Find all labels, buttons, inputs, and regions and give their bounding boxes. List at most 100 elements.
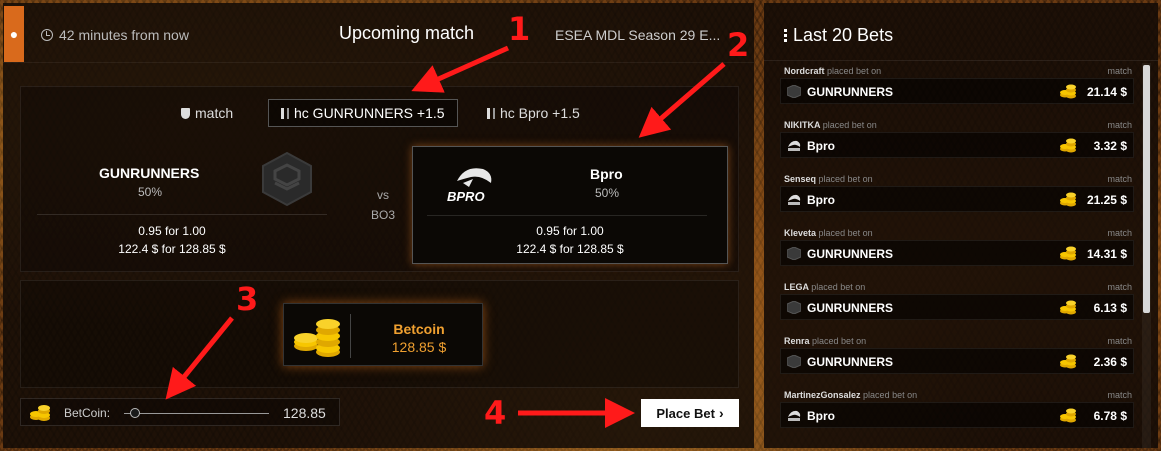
betcoin-slider-thumb[interactable] xyxy=(130,408,140,418)
bet-amount-box: Betcoin 128.85 $ xyxy=(20,280,739,388)
bet-username[interactable]: MartinezGonsalez xyxy=(784,390,861,400)
bet-username[interactable]: Senseq xyxy=(784,174,816,184)
gunrunners-logo-icon xyxy=(262,151,312,207)
coins-stack-icon xyxy=(294,319,340,357)
coins-icon xyxy=(30,405,50,421)
annotation-number: 3 xyxy=(236,280,259,318)
vs-text: vs xyxy=(377,188,389,202)
match-panel: ● 42 minutes from now Upcoming match ESE… xyxy=(3,3,754,448)
bet-user: LEGA placed bet on xyxy=(784,282,865,292)
coins-icon xyxy=(1059,191,1077,208)
coins-icon xyxy=(1059,353,1077,370)
betcoin-label: Betcoin xyxy=(393,321,445,337)
place-bet-label: Place Bet xyxy=(656,405,715,421)
bet-amount: 14.31 $ xyxy=(1086,247,1127,261)
bet-team: GUNRUNNERS xyxy=(807,355,894,369)
bet-row: GUNRUNNERS 14.31 $ xyxy=(780,240,1134,266)
placed-bet-text: placed bet on xyxy=(822,120,877,130)
bet-kind: match xyxy=(1107,390,1132,400)
coins-icon xyxy=(1059,137,1077,154)
bet-team: GUNRUNNERS xyxy=(807,301,894,315)
bet-username[interactable]: Renra xyxy=(784,336,810,346)
betcoin-slider-track[interactable] xyxy=(124,413,269,414)
bet-amount: 2.36 $ xyxy=(1093,355,1127,369)
placed-bet-text: placed bet on xyxy=(812,336,867,346)
bet-username[interactable]: Kleveta xyxy=(784,228,816,238)
last-bets-title: Last 20 Bets xyxy=(793,25,894,45)
bpro-logo-icon xyxy=(787,409,801,422)
tab-label: match xyxy=(195,105,234,121)
place-bet-button[interactable]: Place Bet › xyxy=(641,399,739,427)
bet-amount: 21.25 $ xyxy=(1086,193,1127,207)
tab-hc-gunrunners[interactable]: hc GUNRUNNERS +1.5 xyxy=(268,99,458,127)
coins-icon xyxy=(1059,83,1077,100)
bet-kind: match xyxy=(1107,282,1132,292)
bet-list-item[interactable]: Nordcraft placed bet on match GUNRUNNERS 21… xyxy=(778,65,1136,119)
match-header: ● 42 minutes from now Upcoming match ESE… xyxy=(3,3,754,63)
bet-list-item[interactable]: MartinezGonsalez placed bet on match Bpro 6… xyxy=(778,389,1136,443)
bet-kind: match xyxy=(1107,120,1132,130)
bet-kind: match xyxy=(1107,174,1132,184)
bet-list-item[interactable]: NIKITKA placed bet on match Bpro 3.32 $ xyxy=(778,119,1136,173)
betcoin-value: 128.85 $ xyxy=(391,339,447,355)
betcoin-card: Betcoin 128.85 $ xyxy=(283,303,483,366)
kebab-menu-icon[interactable] xyxy=(784,29,787,42)
handicap-icon xyxy=(281,107,289,119)
placed-bet-text: placed bet on xyxy=(818,228,873,238)
shield-icon xyxy=(181,107,190,119)
placed-bet-text: placed bet on xyxy=(863,390,918,400)
team-card-bpro[interactable]: BPRO Bpro 50% 0.95 for 1.00 122.4 $ for … xyxy=(412,146,728,264)
match-format: BO3 xyxy=(370,208,395,222)
team-return: 122.4 $ for 128.85 $ xyxy=(516,242,624,256)
betcoin-slider-box: BetCoin: 128.85 xyxy=(20,398,340,426)
bet-kind: match xyxy=(1107,228,1132,238)
bet-user: Nordcraft placed bet on xyxy=(784,66,881,76)
tab-match[interactable]: match xyxy=(169,99,245,127)
annotation-number: 1 xyxy=(508,10,531,48)
bpro-logo-icon xyxy=(787,193,801,206)
bet-row: Bpro 3.32 $ xyxy=(780,132,1134,158)
team-percent: 50% xyxy=(595,186,620,200)
bet-team: Bpro xyxy=(807,409,835,423)
bpro-logo-icon xyxy=(787,139,801,152)
gunrunners-logo-icon xyxy=(786,246,802,261)
tournament-name[interactable]: ESEA MDL Season 29 E... xyxy=(555,27,735,43)
slider-label: BetCoin: xyxy=(64,406,111,420)
last-bets-panel: Last 20 Bets Nordcraft placed bet on matc… xyxy=(764,3,1158,448)
bet-row: GUNRUNNERS 2.36 $ xyxy=(780,348,1134,374)
bet-list-item[interactable]: Kleveta placed bet on match GUNRUNNERS 14.3… xyxy=(778,227,1136,281)
bet-list-item[interactable]: Renra placed bet on match GUNRUNNERS 2.36 $ xyxy=(778,335,1136,389)
team-card-gunrunners[interactable]: GUNRUNNERS 50% 0.95 for 1.00 122.4 $ for… xyxy=(37,139,347,264)
divider xyxy=(427,215,707,216)
bet-amount: 21.14 $ xyxy=(1086,85,1127,99)
bet-username[interactable]: NIKITKA xyxy=(784,120,820,130)
scrollbar[interactable] xyxy=(1142,63,1151,448)
gunrunners-logo-icon xyxy=(786,84,802,99)
bet-user: Senseq placed bet on xyxy=(784,174,873,184)
scrollbar-thumb[interactable] xyxy=(1143,65,1150,313)
team-name: Bpro xyxy=(590,166,623,182)
bet-list-item[interactable]: LEGA placed bet on match GUNRUNNERS 6.13 $ xyxy=(778,281,1136,335)
placed-bet-text: placed bet on xyxy=(827,66,882,76)
match-time: 42 minutes from now xyxy=(41,27,189,43)
bet-user: NIKITKA placed bet on xyxy=(784,120,877,130)
coins-icon xyxy=(1059,407,1077,424)
team-odds: 0.95 for 1.00 xyxy=(536,224,604,238)
bet-username[interactable]: Nordcraft xyxy=(784,66,825,76)
bet-team: GUNRUNNERS xyxy=(807,85,894,99)
clock-icon xyxy=(41,29,53,41)
bet-row: Bpro 21.25 $ xyxy=(780,186,1134,212)
bet-username[interactable]: LEGA xyxy=(784,282,809,292)
tab-hc-bpro[interactable]: hc Bpro +1.5 xyxy=(475,99,592,127)
coins-icon xyxy=(1059,299,1077,316)
bet-amount: 3.32 $ xyxy=(1093,139,1127,153)
team-odds: 0.95 for 1.00 xyxy=(138,224,206,238)
coins-icon xyxy=(1059,245,1077,262)
bet-list-item[interactable]: Senseq placed bet on match Bpro 21.25 $ xyxy=(778,173,1136,227)
bet-user: Renra placed bet on xyxy=(784,336,866,346)
team-percent: 50% xyxy=(138,185,163,199)
last-bets-list[interactable]: Nordcraft placed bet on match GUNRUNNERS 21… xyxy=(778,65,1136,445)
csgo-game-icon: ● xyxy=(4,6,24,62)
divider xyxy=(764,60,1158,61)
gunrunners-logo-icon xyxy=(786,354,802,369)
